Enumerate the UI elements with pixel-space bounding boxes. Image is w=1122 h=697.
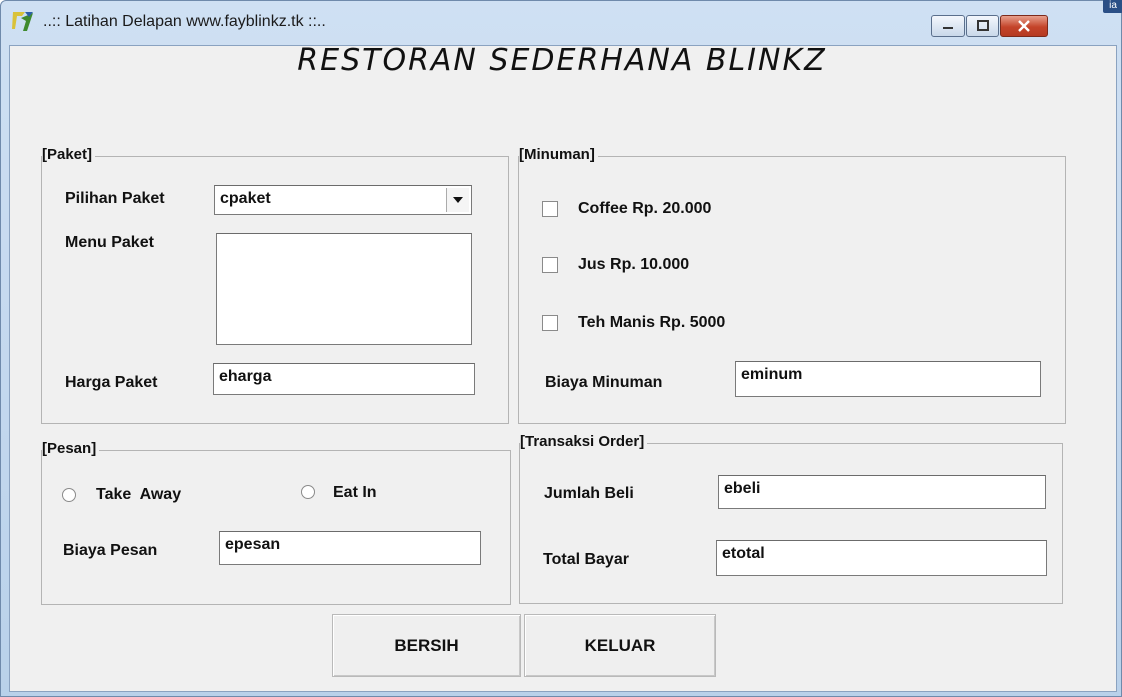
minimize-button[interactable] — [931, 15, 965, 37]
minimize-icon — [943, 27, 953, 29]
transaksi-group-label: [Transaksi Order] — [520, 433, 648, 451]
pilihan-paket-label: Pilihan Paket — [65, 190, 165, 207]
harga-paket-input[interactable]: eharga — [213, 363, 475, 395]
biaya-pesan-label: Biaya Pesan — [63, 542, 158, 559]
teh-manis-checkbox[interactable] — [542, 315, 558, 331]
jus-label: Jus Rp. 10.000 — [578, 256, 690, 273]
total-bayar-input[interactable]: etotal — [716, 540, 1047, 576]
pilihan-paket-combo[interactable]: cpaket — [214, 185, 472, 215]
jus-checkbox[interactable] — [542, 257, 558, 273]
bersih-button[interactable]: BERSIH — [332, 614, 521, 677]
corner-tag: ia — [1103, 0, 1122, 13]
take-away-label: Take Away — [96, 486, 182, 503]
biaya-minuman-input[interactable]: eminum — [735, 361, 1041, 397]
coffee-checkbox[interactable] — [542, 201, 558, 217]
app-icon — [12, 12, 33, 31]
dropdown-button[interactable] — [446, 188, 469, 212]
harga-paket-label: Harga Paket — [65, 374, 158, 391]
close-button[interactable] — [1000, 15, 1048, 37]
window-title: ..:: Latihan Delapan www.fayblinkz.tk ::… — [43, 13, 326, 30]
biaya-pesan-input[interactable]: epesan — [219, 531, 481, 565]
teh-manis-label: Teh Manis Rp. 5000 — [578, 314, 726, 331]
pesan-group-label: [Pesan] — [42, 440, 100, 458]
keluar-button[interactable]: KELUAR — [524, 614, 716, 677]
app-window: ..:: Latihan Delapan www.fayblinkz.tk ::… — [0, 0, 1122, 697]
menu-paket-label: Menu Paket — [65, 234, 154, 251]
chevron-down-icon — [453, 197, 463, 203]
close-icon — [1018, 20, 1030, 32]
paket-group-label: [Paket] — [42, 146, 96, 164]
pilihan-paket-value: cpaket — [220, 190, 271, 207]
take-away-radio[interactable] — [62, 488, 76, 502]
coffee-label: Coffee Rp. 20.000 — [578, 200, 712, 217]
total-bayar-label: Total Bayar — [543, 551, 629, 568]
eat-in-radio[interactable] — [301, 485, 315, 499]
jumlah-beli-input[interactable]: ebeli — [718, 475, 1046, 509]
menu-paket-textarea[interactable] — [216, 233, 472, 345]
eat-in-label: Eat In — [333, 484, 377, 501]
pesan-group: [Pesan] — [41, 440, 511, 605]
minuman-group-label: [Minuman] — [519, 146, 598, 164]
jumlah-beli-label: Jumlah Beli — [544, 485, 634, 502]
page-title: RESTORAN SEDERHANA BLINKZ — [297, 43, 827, 78]
transaksi-group: [Transaksi Order] — [519, 433, 1063, 604]
maximize-button[interactable] — [966, 15, 999, 37]
maximize-icon — [976, 20, 989, 31]
biaya-minuman-label: Biaya Minuman — [545, 374, 663, 391]
title-bar[interactable]: ..:: Latihan Delapan www.fayblinkz.tk ::… — [1, 0, 1122, 45]
